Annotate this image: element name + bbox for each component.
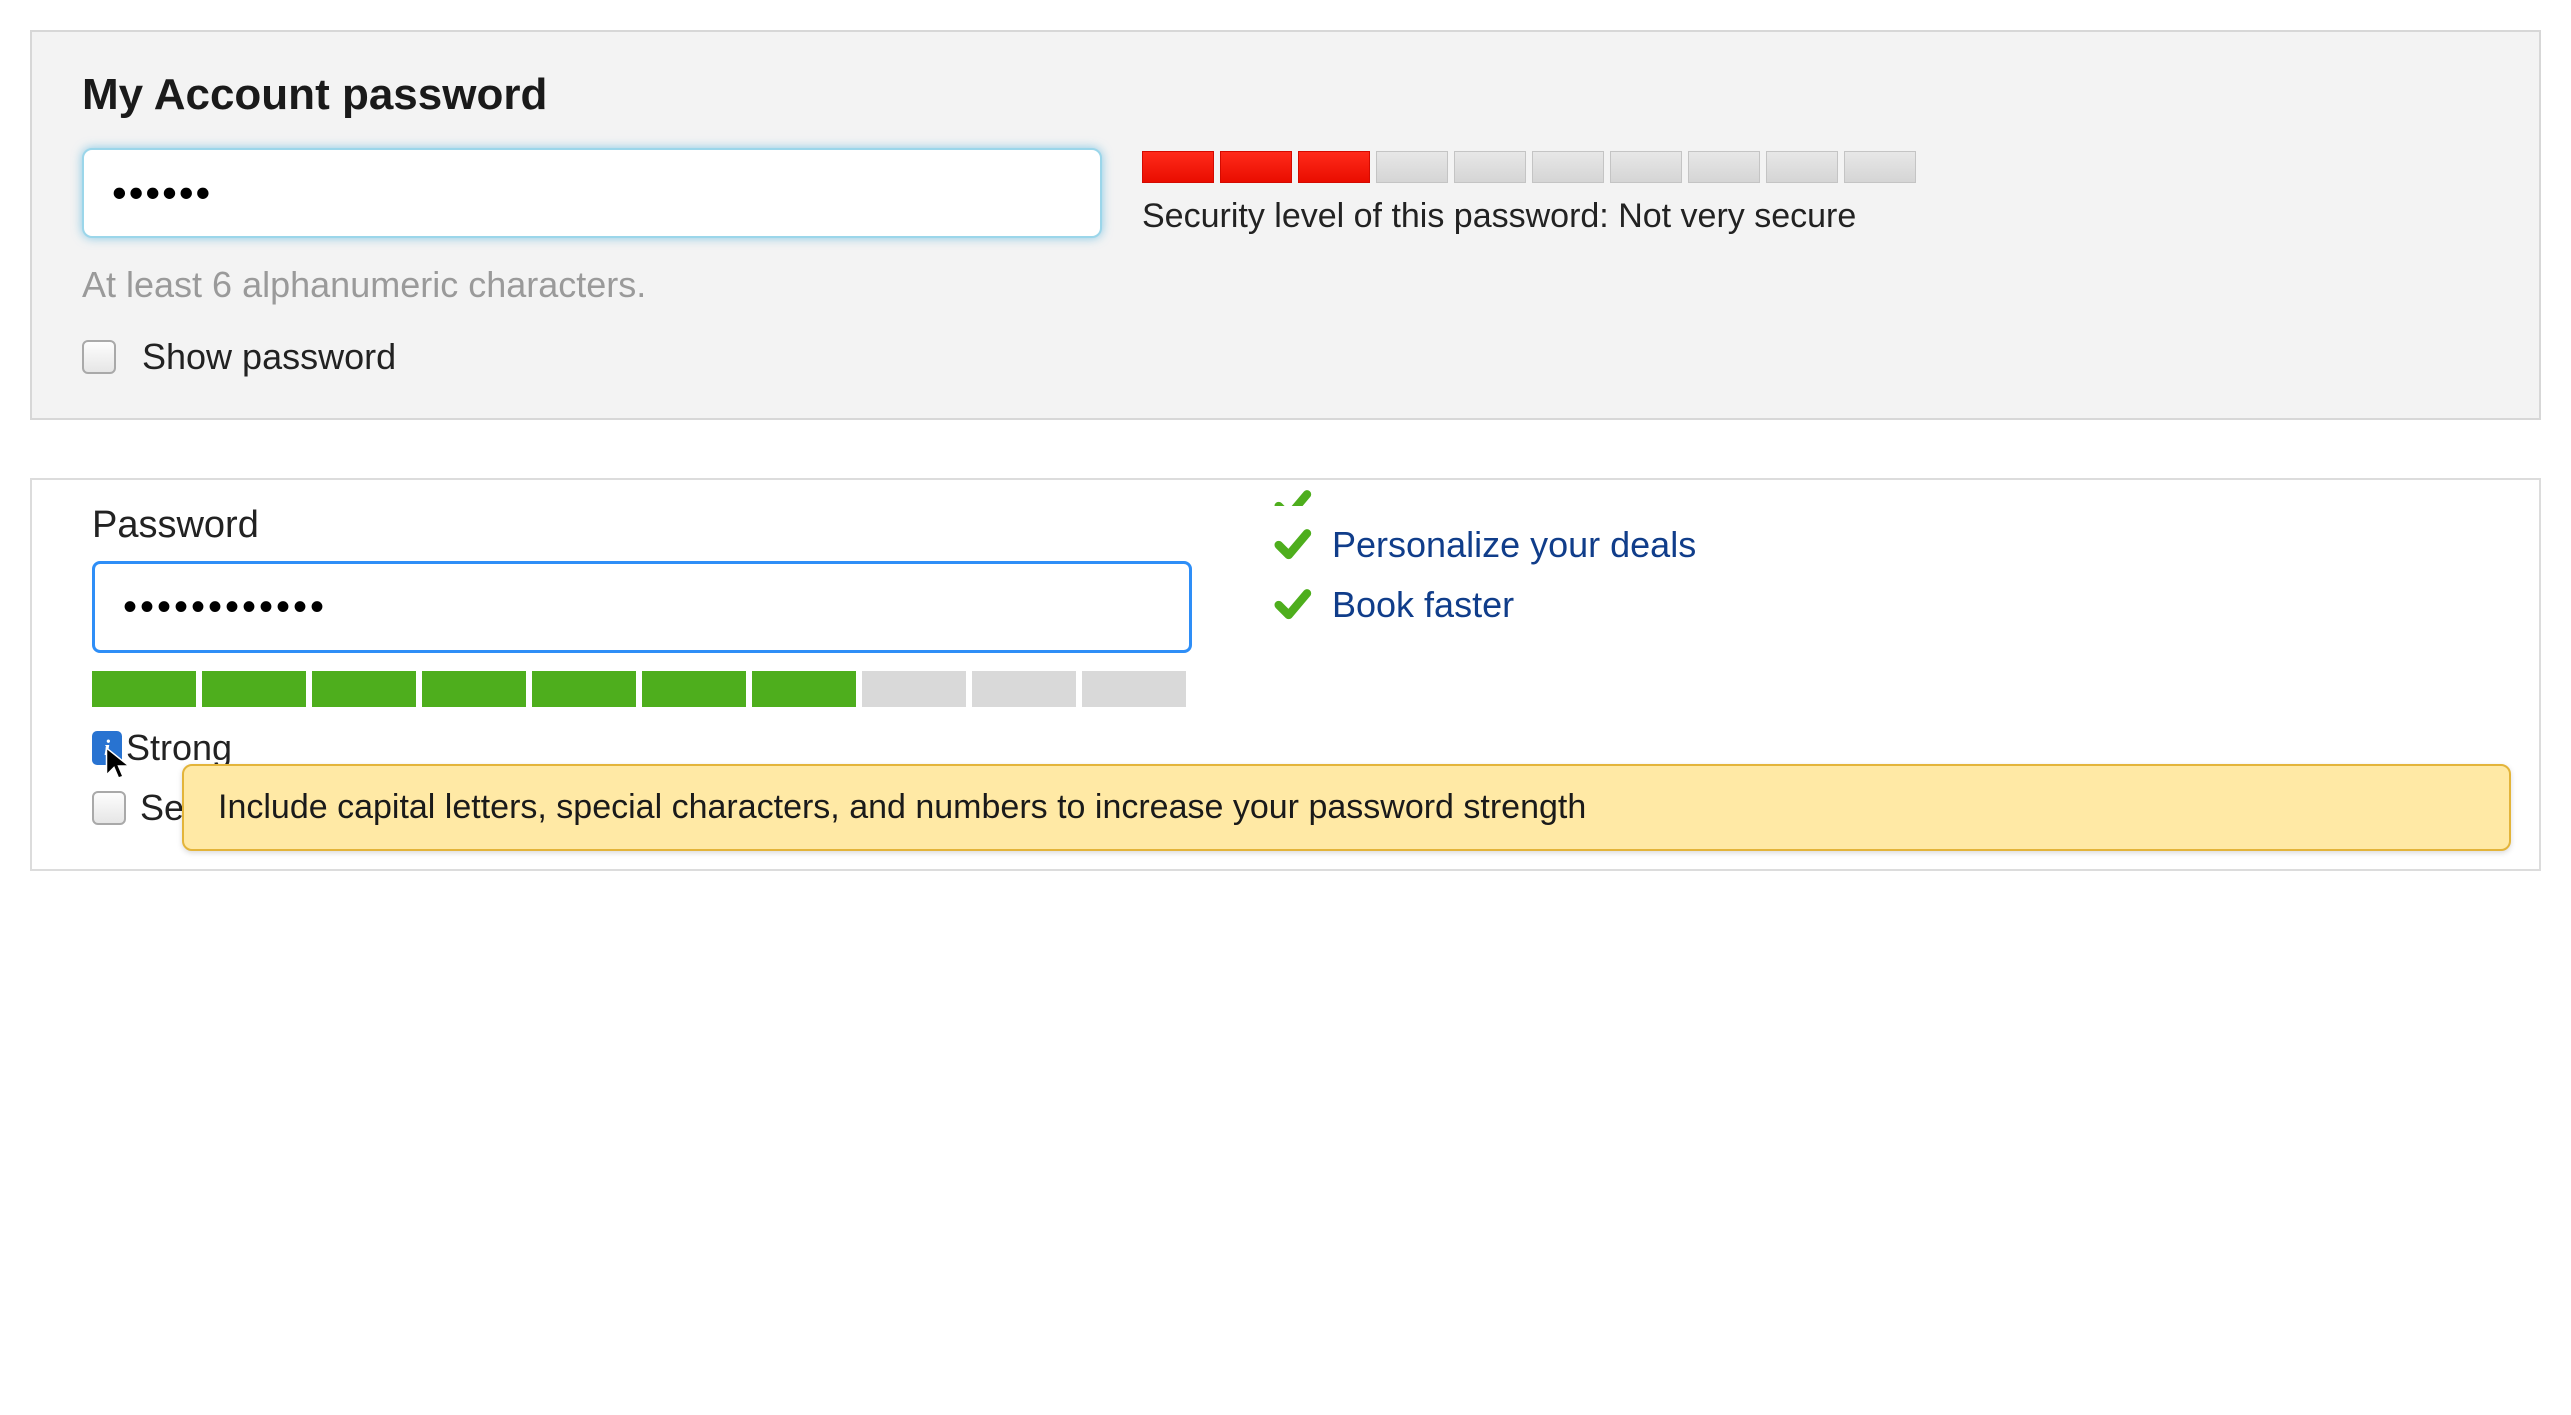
strength-meter-segment (1844, 151, 1916, 183)
password-strength-tooltip: Include capital letters, special charact… (182, 764, 2511, 851)
account-password-input[interactable] (82, 148, 1102, 238)
strength-meter-segment (1454, 151, 1526, 183)
check-icon (1272, 486, 1312, 506)
check-icon (1272, 585, 1312, 625)
strength-meter-segment (1142, 151, 1214, 183)
strength-meter (92, 671, 1212, 707)
strength-meter-segment (1610, 151, 1682, 183)
signup-password-panel: Password i Strong (30, 478, 2541, 871)
password-hint: At least 6 alphanumeric characters. (82, 264, 2489, 306)
show-password-label: Show password (142, 336, 396, 378)
strength-meter-segment (312, 671, 416, 707)
strength-meter-segment (92, 671, 196, 707)
strength-meter-segment (202, 671, 306, 707)
strength-meter-segment (422, 671, 526, 707)
benefit-item: Book faster (1272, 584, 2499, 626)
strength-label: Strong (126, 727, 232, 769)
strength-meter-segment (1082, 671, 1186, 707)
show-password-checkbox[interactable] (82, 340, 116, 374)
strength-meter (1142, 151, 2489, 183)
strength-meter-segment (1298, 151, 1370, 183)
password-row: Security level of this password: Not ver… (82, 148, 2489, 238)
benefit-item: Personalize your deals (1272, 524, 2499, 566)
show-password-row: Show password (82, 336, 2489, 378)
check-icon (1272, 525, 1312, 565)
panel-title: My Account password (82, 70, 2489, 120)
account-password-panel: My Account password Security level of th… (30, 30, 2541, 420)
strength-meter-segment (972, 671, 1076, 707)
security-level-label: Security level of this password: Not ver… (1142, 197, 2489, 236)
signup-password-input[interactable] (92, 561, 1192, 653)
password-field-label: Password (92, 504, 1212, 547)
strength-meter-segment (642, 671, 746, 707)
strength-meter-segment (1220, 151, 1292, 183)
send-deals-label-partial: Se (140, 787, 184, 829)
strength-meter-segment (1688, 151, 1760, 183)
strength-meter-segment (1532, 151, 1604, 183)
benefit-text: Personalize your deals (1332, 524, 1696, 566)
strength-label-row: i Strong (92, 727, 1212, 769)
strength-meter-segment (752, 671, 856, 707)
strength-meter-segment (1766, 151, 1838, 183)
strength-meter-segment (862, 671, 966, 707)
benefit-item (1272, 486, 2499, 506)
strength-meter-segment (532, 671, 636, 707)
send-deals-checkbox[interactable] (92, 791, 126, 825)
strength-meter-segment (1376, 151, 1448, 183)
info-icon[interactable]: i (92, 731, 122, 765)
benefit-text: Book faster (1332, 584, 1514, 626)
strength-meter-column: Security level of this password: Not ver… (1142, 151, 2489, 236)
